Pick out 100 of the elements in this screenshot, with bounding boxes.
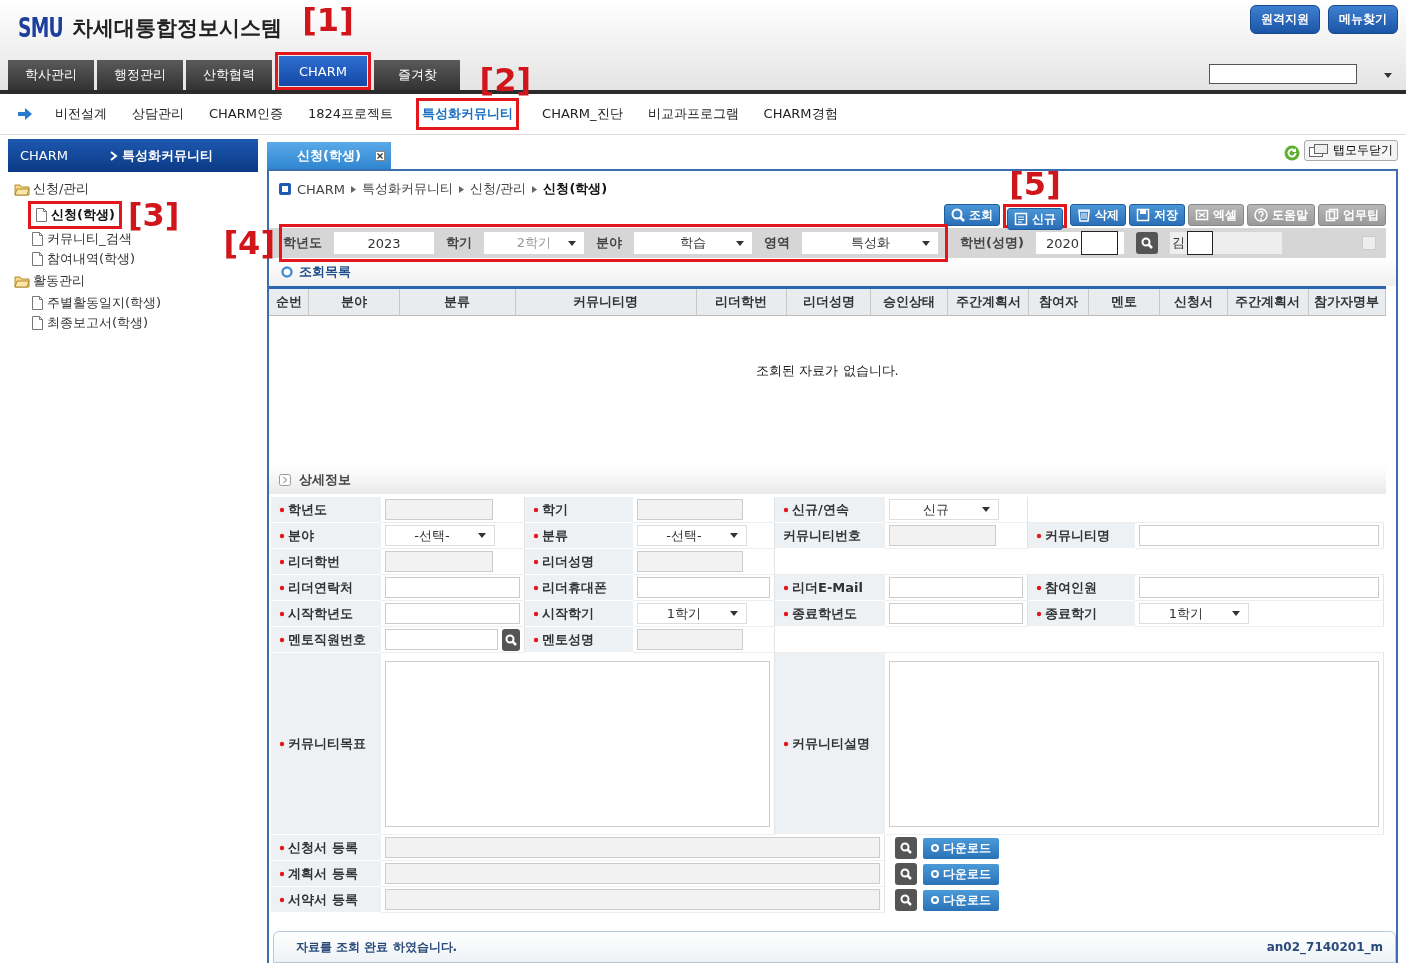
menu-tab[interactable]: 학사관리 [8, 60, 94, 90]
close-all-tabs-button[interactable]: 탭모두닫기 [1304, 140, 1398, 161]
tree-item[interactable]: 참여내역(학생) [28, 249, 139, 269]
text-field[interactable] [637, 551, 744, 572]
text-field[interactable] [385, 603, 520, 624]
submenu-item[interactable]: CHARM인증 [207, 102, 285, 126]
field-label: 학년도 [271, 497, 381, 523]
file-path-field[interactable] [385, 837, 880, 858]
breadcrumb-item: 신청/관리 [470, 180, 527, 198]
required-dot-icon [279, 610, 285, 617]
required-dot-icon [783, 740, 789, 747]
required-dot-icon [279, 558, 285, 565]
text-field[interactable] [637, 629, 744, 650]
select-field[interactable]: -선택- [385, 525, 495, 546]
submenu-item[interactable]: 비교과프로그램 [645, 102, 741, 126]
submenu-item[interactable]: 1824프로젝트 [306, 102, 396, 126]
textarea-field[interactable] [385, 660, 770, 827]
checkbox[interactable] [1362, 236, 1376, 250]
menu-tab[interactable]: 행정관리 [97, 60, 183, 90]
toolbar-button[interactable]: 조회 [944, 204, 1000, 226]
textarea-field[interactable] [889, 660, 1379, 827]
select-field[interactable]: 1학기 [637, 603, 747, 624]
tree-item[interactable]: 신청(학생) [32, 205, 118, 225]
text-field[interactable] [889, 525, 997, 546]
search-select[interactable]: 학습 [634, 232, 752, 254]
search-icon [951, 208, 965, 222]
download-button[interactable]: 다운로드 [923, 889, 999, 911]
select-field[interactable]: 1학기 [1139, 603, 1249, 624]
field-label: 커뮤니티목표 [271, 653, 381, 835]
text-field[interactable] [385, 629, 498, 650]
header-button[interactable]: 메뉴찾기 [1328, 4, 1398, 34]
column-header: 리더성명 [787, 289, 871, 315]
menu-tab[interactable]: 산학협력 [186, 60, 272, 90]
chevron-icon [532, 185, 538, 193]
submenu-item[interactable]: 특성화커뮤니티 [420, 102, 516, 126]
document-icon [31, 252, 43, 266]
search-icon [504, 633, 517, 646]
document-icon [31, 316, 43, 330]
chevron-icon [110, 150, 118, 161]
field-label: 신규/연속 [775, 497, 885, 523]
field-label: 리더학번 [271, 549, 381, 575]
chevron-icon [459, 185, 464, 193]
search-button[interactable] [501, 628, 520, 651]
download-button[interactable]: 다운로드 [923, 863, 999, 885]
required-dot-icon [1036, 610, 1042, 617]
search-input[interactable]: 2023 [334, 232, 434, 254]
submenu-item[interactable]: CHARM_진단 [540, 102, 625, 126]
search-icon [900, 842, 912, 854]
submenu-item[interactable]: 상담관리 [130, 102, 186, 126]
column-header: 커뮤니티명 [515, 289, 697, 315]
text-field[interactable] [1139, 577, 1379, 598]
search-label: 분야 [596, 234, 622, 252]
file-path-field[interactable] [385, 889, 880, 910]
field-label: 시작학년도 [271, 601, 381, 627]
tree-item[interactable]: 최종보고서(학생) [28, 313, 152, 333]
select-field[interactable]: -선택- [637, 525, 747, 546]
submenu-item[interactable]: CHARM경험 [761, 102, 840, 126]
search-button[interactable] [895, 889, 917, 911]
text-field[interactable] [385, 551, 493, 572]
column-header: 주간계획서 [1228, 289, 1309, 315]
file-path-field[interactable] [385, 863, 880, 884]
menu-tab[interactable]: 즐겨찾 [374, 60, 460, 90]
column-header: 주간계획서 [948, 289, 1029, 315]
toolbar-button[interactable]: 저장 [1129, 204, 1185, 226]
field-label: 커뮤니티명 [1028, 523, 1135, 549]
text-field[interactable] [637, 499, 744, 520]
toolbar-button[interactable]: 삭제 [1070, 204, 1126, 226]
submenu-item[interactable]: 비전설계 [53, 102, 109, 126]
search-select[interactable]: 특성화 [802, 232, 938, 254]
menu-search-field[interactable] [1209, 64, 1357, 84]
text-field[interactable] [889, 603, 1023, 624]
select-field[interactable]: 신규 [889, 499, 999, 520]
text-field[interactable] [889, 577, 1023, 598]
field-label: 멘토성명 [525, 627, 633, 653]
refresh-icon [1284, 145, 1300, 161]
required-dot-icon [279, 584, 285, 591]
search-button[interactable] [895, 837, 917, 859]
search-button[interactable] [1135, 232, 1158, 254]
toolbar-button[interactable]: 신규 [1007, 208, 1063, 230]
column-header: 신청서 [1159, 289, 1228, 315]
search-label: 학년도 [283, 234, 322, 252]
field-label: 분야 [271, 523, 381, 549]
status-message: 자료를 조회 완료 하였습니다. [296, 938, 458, 956]
text-field[interactable] [385, 577, 520, 598]
download-button[interactable]: 다운로드 [923, 837, 999, 859]
menu-tab[interactable]: CHARM [279, 56, 367, 86]
tree-item[interactable]: 주별활동일지(학생) [28, 293, 165, 313]
text-field[interactable] [1139, 525, 1379, 546]
required-dot-icon [279, 896, 285, 903]
field-label: 학기 [525, 497, 633, 523]
sidebar-root-label: CHARM [20, 148, 69, 163]
dropdown-caret-icon[interactable] [1384, 73, 1392, 78]
field-label: 리더휴대폰 [525, 575, 633, 601]
header-button[interactable]: 원격지원 [1250, 4, 1320, 34]
text-field[interactable] [385, 499, 493, 520]
search-button[interactable] [895, 863, 917, 885]
required-dot-icon [279, 636, 285, 643]
text-field[interactable] [637, 577, 770, 598]
windows-icon [1309, 143, 1329, 158]
system-title: 차세대통합정보시스템 [72, 15, 283, 42]
